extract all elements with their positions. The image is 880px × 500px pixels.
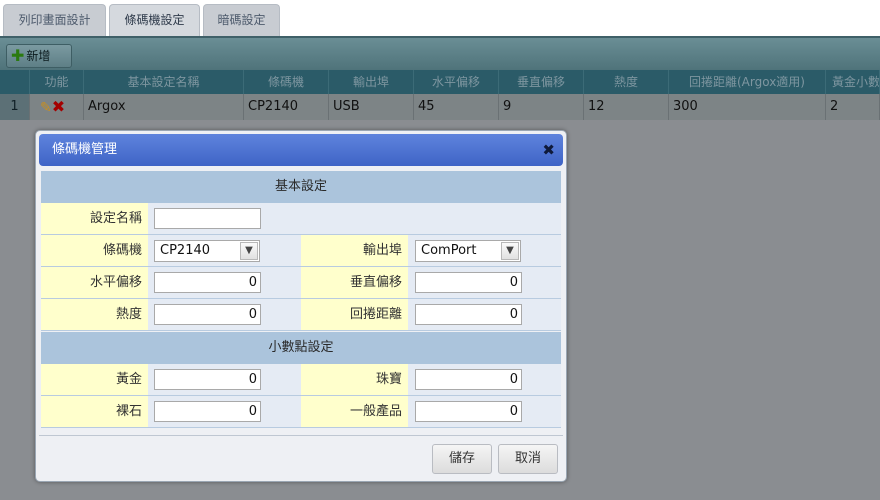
plus-icon: ✚ (11, 46, 25, 65)
v-offset-label: 垂直偏移 (301, 267, 408, 298)
close-icon[interactable]: ✖ (542, 134, 555, 166)
printer-label: 條碼機 (41, 235, 148, 266)
header-actions[interactable]: 功能 (30, 70, 84, 94)
header-gold-decimal[interactable]: 黃金小數 (826, 70, 880, 94)
heat-label: 熱度 (41, 299, 148, 330)
header-backfeed[interactable]: 回捲距離(Argox適用) (669, 70, 826, 94)
cancel-button[interactable]: 取消 (498, 444, 558, 474)
gold-input[interactable] (154, 369, 261, 390)
cell-printer: CP2140 (244, 94, 329, 120)
add-button[interactable]: ✚ 新增 (6, 44, 72, 68)
heat-input[interactable] (154, 304, 261, 325)
dialog-title: 條碼機管理 (52, 142, 118, 157)
chevron-down-icon[interactable]: ▼ (501, 242, 519, 260)
header-h-offset[interactable]: 水平偏移 (414, 70, 499, 94)
cell-backfeed: 300 (669, 94, 826, 120)
v-offset-input[interactable] (415, 272, 522, 293)
barcode-printer-dialog: 條碼機管理 ✖ 基本設定 設定名稱 條碼機 CP2140 ▼ 輸出埠 ComPo… (35, 130, 567, 482)
general-product-label: 一般產品 (301, 396, 408, 427)
gold-label: 黃金 (41, 364, 148, 395)
tab-barcode-printer-settings[interactable]: 條碼機設定 (109, 4, 200, 36)
cell-port: USB (329, 94, 414, 120)
section-decimal-settings: 小數點設定 (41, 332, 561, 364)
grid-header: 功能 基本設定名稱 條碼機 輸出埠 水平偏移 垂直偏移 熱度 回捲距離(Argo… (0, 70, 880, 94)
toolbar: ✚ 新增 (0, 36, 880, 70)
printer-select-value: CP2140 (160, 243, 211, 258)
backfeed-label: 回捲距離 (301, 299, 408, 330)
tab-bar: 列印畫面設計 條碼機設定 暗碼設定 (0, 0, 880, 36)
loose-stone-input[interactable] (154, 401, 261, 422)
cell-v-offset: 9 (499, 94, 584, 120)
header-port[interactable]: 輸出埠 (329, 70, 414, 94)
cell-heat: 12 (584, 94, 669, 120)
add-button-label: 新增 (26, 49, 51, 63)
pencil-icon[interactable]: ✎ (40, 100, 52, 116)
row-actions: ✎✖ (30, 94, 84, 120)
backfeed-input[interactable] (415, 304, 522, 325)
printer-select[interactable]: CP2140 ▼ (154, 240, 260, 262)
tab-secret-code-settings[interactable]: 暗碼設定 (203, 4, 280, 36)
setting-name-label: 設定名稱 (41, 203, 148, 234)
jewelry-label: 珠寶 (301, 364, 408, 395)
port-select-value: ComPort (421, 243, 477, 258)
header-rownum (0, 70, 30, 94)
row-number: 1 (0, 94, 30, 120)
delete-icon[interactable]: ✖ (52, 97, 65, 116)
row-offsets: 水平偏移 垂直偏移 (41, 267, 561, 299)
row-stone-general: 裸石 一般產品 (41, 396, 561, 428)
save-button[interactable]: 儲存 (432, 444, 492, 474)
cell-setting-name: Argox (84, 94, 244, 120)
jewelry-input[interactable] (415, 369, 522, 390)
cell-gold-decimal: 2 (826, 94, 880, 120)
dialog-titlebar[interactable]: 條碼機管理 ✖ (39, 134, 563, 166)
chevron-down-icon[interactable]: ▼ (240, 242, 258, 260)
tab-print-layout[interactable]: 列印畫面設計 (3, 4, 106, 36)
row-setting-name: 設定名稱 (41, 203, 561, 235)
setting-name-input[interactable] (154, 208, 261, 229)
general-product-input[interactable] (415, 401, 522, 422)
table-row[interactable]: 1 ✎✖ Argox CP2140 USB 45 9 12 300 2 (0, 94, 880, 120)
header-setting-name[interactable]: 基本設定名稱 (84, 70, 244, 94)
header-heat[interactable]: 熱度 (584, 70, 669, 94)
header-printer[interactable]: 條碼機 (244, 70, 329, 94)
dialog-footer: 儲存 取消 (39, 435, 563, 479)
row-heat-backfeed: 熱度 回捲距離 (41, 299, 561, 331)
header-v-offset[interactable]: 垂直偏移 (499, 70, 584, 94)
port-select[interactable]: ComPort ▼ (415, 240, 521, 262)
loose-stone-label: 裸石 (41, 396, 148, 427)
row-printer-port: 條碼機 CP2140 ▼ 輸出埠 ComPort ▼ (41, 235, 561, 267)
h-offset-label: 水平偏移 (41, 267, 148, 298)
section-basic-settings: 基本設定 (41, 171, 561, 203)
cell-h-offset: 45 (414, 94, 499, 120)
h-offset-input[interactable] (154, 272, 261, 293)
port-label: 輸出埠 (301, 235, 408, 266)
row-gold-jewelry: 黃金 珠寶 (41, 364, 561, 396)
